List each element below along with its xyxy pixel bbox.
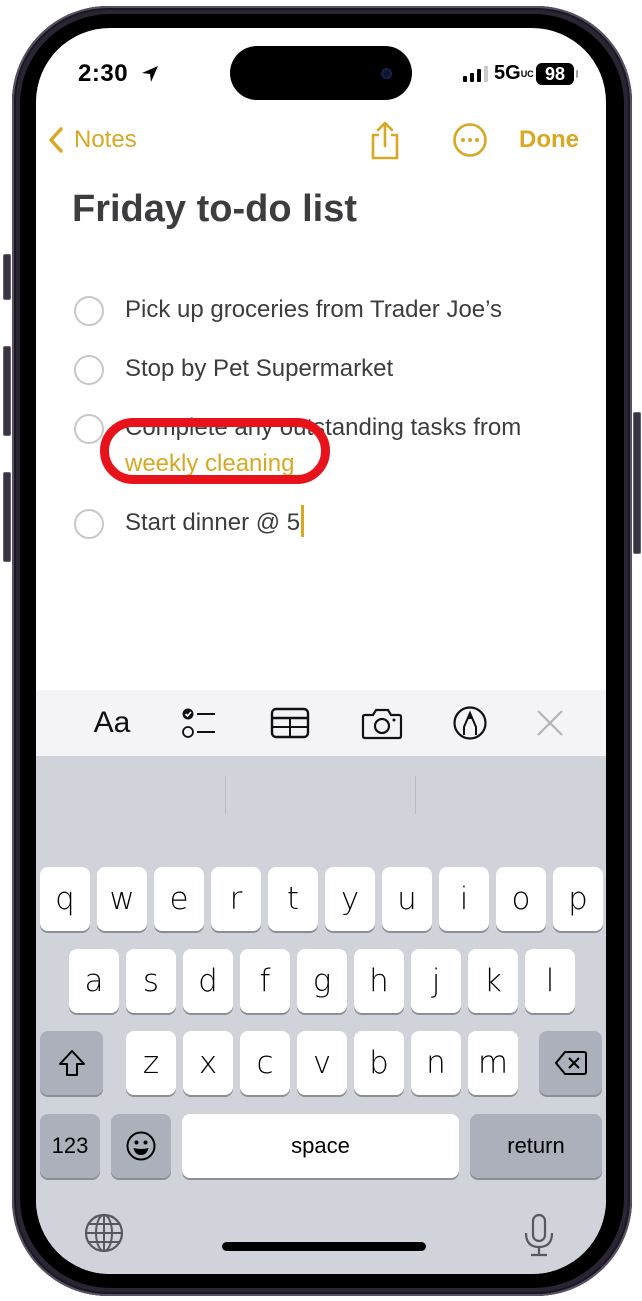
return-key[interactable]: return bbox=[470, 1114, 602, 1178]
markup-button[interactable] bbox=[446, 700, 494, 746]
screen: 2:30 5GUC 98 Notes Done Friday to-do lis… bbox=[36, 28, 606, 1274]
volume-down-button bbox=[3, 472, 11, 562]
key-p[interactable]: p bbox=[553, 867, 603, 931]
globe-icon[interactable] bbox=[82, 1211, 126, 1255]
format-button[interactable]: Aa bbox=[88, 700, 136, 746]
checklist-item[interactable]: Start dinner @ 5 bbox=[74, 505, 594, 541]
emoji-icon bbox=[126, 1131, 156, 1161]
status-bar: 2:30 5GUC 98 bbox=[36, 58, 606, 88]
key-h[interactable]: h bbox=[354, 949, 404, 1013]
shift-key[interactable] bbox=[40, 1031, 103, 1095]
key-i[interactable]: i bbox=[439, 867, 489, 931]
format-toolbar: Aa bbox=[36, 690, 606, 756]
more-button[interactable] bbox=[452, 122, 488, 158]
shift-icon bbox=[58, 1050, 85, 1076]
checklist-button[interactable] bbox=[176, 700, 224, 746]
space-key[interactable]: space bbox=[182, 1114, 459, 1178]
back-label: Notes bbox=[74, 126, 137, 153]
checklist: Pick up groceries from Trader Joe’s Stop… bbox=[74, 292, 594, 564]
key-o[interactable]: o bbox=[496, 867, 546, 931]
key-f[interactable]: f bbox=[240, 949, 290, 1013]
key-y[interactable]: y bbox=[325, 867, 375, 931]
share-icon bbox=[371, 121, 399, 160]
key-j[interactable]: j bbox=[411, 949, 461, 1013]
key-q[interactable]: q bbox=[40, 867, 90, 931]
item-text-main: Complete any outstanding tasks from bbox=[125, 414, 522, 441]
volume-up-button bbox=[3, 346, 11, 436]
emoji-key[interactable] bbox=[111, 1114, 171, 1178]
item-text[interactable]: Start dinner @ 5 bbox=[125, 505, 575, 541]
note-title[interactable]: Friday to-do list bbox=[72, 188, 357, 231]
note-link[interactable]: weekly cleaning bbox=[125, 450, 294, 477]
format-icon: Aa bbox=[93, 706, 131, 739]
key-d[interactable]: d bbox=[183, 949, 233, 1013]
item-text[interactable]: Complete any outstanding tasks from weekl… bbox=[125, 410, 575, 482]
done-button[interactable]: Done bbox=[519, 126, 579, 154]
suggestion-divider bbox=[225, 776, 226, 814]
power-button bbox=[633, 412, 641, 554]
key-n[interactable]: n bbox=[411, 1031, 461, 1095]
key-e[interactable]: e bbox=[154, 867, 204, 931]
battery-icon: 98 bbox=[536, 63, 574, 85]
keyboard: qwertyuiop asdfghjkl zxcvbnm 123 space r… bbox=[36, 756, 606, 1274]
share-button[interactable] bbox=[368, 120, 402, 160]
key-c[interactable]: c bbox=[240, 1031, 290, 1095]
ellipsis-circle-icon bbox=[453, 123, 487, 157]
action-button bbox=[3, 254, 11, 300]
key-z[interactable]: z bbox=[126, 1031, 176, 1095]
delete-key[interactable] bbox=[539, 1031, 602, 1095]
numbers-key[interactable]: 123 bbox=[40, 1114, 100, 1178]
nav-bar: Notes Done bbox=[36, 120, 606, 164]
key-s[interactable]: s bbox=[126, 949, 176, 1013]
battery-tip bbox=[576, 70, 578, 78]
key-l[interactable]: l bbox=[525, 949, 575, 1013]
checklist-item[interactable]: Stop by Pet Supermarket bbox=[74, 351, 594, 387]
location-arrow-icon bbox=[142, 66, 158, 82]
key-u[interactable]: u bbox=[382, 867, 432, 931]
checkbox-circle[interactable] bbox=[74, 296, 104, 326]
checklist-icon bbox=[182, 708, 215, 738]
key-a[interactable]: a bbox=[69, 949, 119, 1013]
chevron-left-icon bbox=[49, 127, 63, 153]
text-cursor bbox=[301, 505, 305, 537]
microphone-icon[interactable] bbox=[522, 1213, 556, 1259]
close-icon bbox=[537, 710, 563, 736]
item-text[interactable]: Stop by Pet Supermarket bbox=[125, 351, 575, 387]
key-t[interactable]: t bbox=[268, 867, 318, 931]
camera-icon bbox=[361, 708, 403, 740]
key-w[interactable]: w bbox=[97, 867, 147, 931]
checkbox-circle[interactable] bbox=[74, 414, 104, 444]
key-g[interactable]: g bbox=[297, 949, 347, 1013]
table-button[interactable] bbox=[266, 700, 314, 746]
key-k[interactable]: k bbox=[468, 949, 518, 1013]
delete-icon bbox=[554, 1051, 587, 1075]
checklist-item[interactable]: Pick up groceries from Trader Joe’s bbox=[74, 292, 594, 328]
table-icon bbox=[270, 707, 310, 739]
key-b[interactable]: b bbox=[354, 1031, 404, 1095]
suggestion-divider bbox=[415, 776, 416, 814]
key-x[interactable]: x bbox=[183, 1031, 233, 1095]
home-indicator[interactable] bbox=[222, 1242, 426, 1251]
key-v[interactable]: v bbox=[297, 1031, 347, 1095]
status-time: 2:30 bbox=[78, 60, 129, 87]
item-text-main: Start dinner @ 5 bbox=[125, 509, 301, 536]
checklist-item[interactable]: Complete any outstanding tasks from weekl… bbox=[74, 410, 594, 482]
signal-icon bbox=[463, 66, 488, 82]
back-button[interactable]: Notes bbox=[48, 126, 137, 154]
checkbox-circle[interactable] bbox=[74, 355, 104, 385]
close-toolbar-button[interactable] bbox=[526, 700, 574, 746]
camera-button[interactable] bbox=[358, 700, 406, 746]
key-r[interactable]: r bbox=[211, 867, 261, 931]
checkbox-circle[interactable] bbox=[74, 509, 104, 539]
network-indicator: 5GUC bbox=[494, 62, 534, 84]
key-m[interactable]: m bbox=[468, 1031, 518, 1095]
markup-icon bbox=[453, 706, 487, 740]
item-text[interactable]: Pick up groceries from Trader Joe’s bbox=[125, 292, 575, 328]
